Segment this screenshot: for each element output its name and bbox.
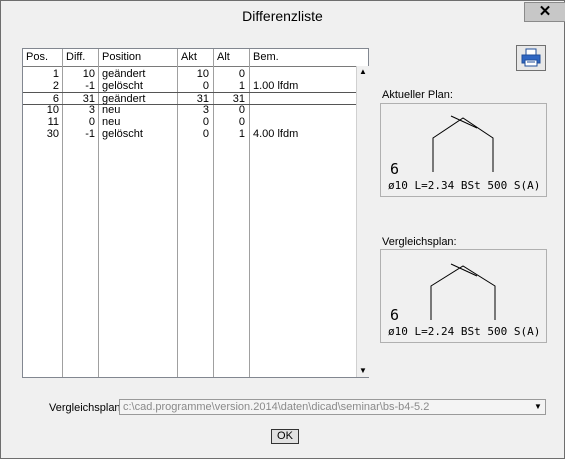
current-plan-spec: ø10 L=2.34 BSt 500 S(A)	[388, 179, 541, 192]
compare-plan-select-label: Vergleichsplan:	[49, 402, 124, 414]
cell-bem	[253, 116, 353, 128]
cell-diff: -1	[85, 128, 95, 140]
column-header-alt[interactable]: Alt	[214, 49, 250, 66]
cell-akt: 0	[202, 128, 209, 140]
cell-bem: 4.00 lfdm	[253, 128, 299, 140]
cell-diff: 10	[82, 68, 95, 80]
cell-pos: 1	[52, 68, 59, 80]
column-header-akt[interactable]: Akt	[178, 49, 214, 66]
title-bar: Differenzliste ✕	[1, 1, 565, 32]
cell-akt: 10	[196, 68, 209, 80]
chevron-down-icon[interactable]: ▼	[532, 401, 544, 413]
cell-alt: 0	[238, 116, 245, 128]
cell-bem	[253, 68, 353, 80]
compare-plan-label: Vergleichsplan:	[382, 236, 457, 248]
current-plan-position: 6	[390, 160, 400, 178]
cell-diff: 3	[88, 104, 95, 116]
cell-position: gelöscht	[102, 80, 143, 92]
difference-table[interactable]: Pos. Diff. Position Akt Alt Bem. 1 10 geän…	[22, 48, 369, 378]
table-row[interactable]: 10 3 neu 3 0	[23, 104, 356, 116]
cell-akt: 0	[202, 80, 209, 92]
column-header-diff[interactable]: Diff.	[63, 49, 99, 66]
cell-pos: 30	[46, 128, 59, 140]
compare-plan-preview: 6 ø10 L=2.24 BSt 500 S(A)	[380, 249, 547, 343]
cell-alt: 1	[238, 128, 245, 140]
scroll-up-arrow-icon[interactable]: ▲	[357, 66, 369, 78]
cell-bem	[253, 104, 353, 116]
cell-position: geändert	[102, 68, 146, 80]
compare-plan-select[interactable]: c:\cad.programme\version.2014\daten\dica…	[119, 399, 546, 415]
dialog-window: Differenzliste ✕ Pos. Diff. Position Akt…	[0, 0, 565, 459]
compare-plan-path: c:\cad.programme\version.2014\daten\dica…	[123, 401, 430, 413]
cell-alt: 0	[238, 68, 245, 80]
ok-button[interactable]: OK	[271, 429, 299, 444]
cell-pos: 10	[46, 104, 59, 116]
cell-position: neu	[102, 104, 121, 116]
table-header: Pos. Diff. Position Akt Alt Bem.	[23, 49, 356, 67]
cell-pos: 11	[47, 116, 59, 128]
cell-position: neu	[102, 116, 121, 128]
current-plan-label: Aktueller Plan:	[382, 89, 453, 101]
table-row[interactable]: 11 0 neu 0 0	[23, 116, 356, 128]
print-button[interactable]	[516, 45, 546, 71]
column-header-pos[interactable]: Pos.	[23, 49, 63, 66]
scroll-down-arrow-icon[interactable]: ▼	[357, 365, 369, 377]
cell-diff: -1	[85, 80, 95, 92]
column-header-position[interactable]: Position	[99, 49, 178, 66]
table-row[interactable]: 30 -1 gelöscht 0 1 4.00 lfdm	[23, 128, 356, 140]
compare-plan-spec: ø10 L=2.24 BSt 500 S(A)	[388, 325, 541, 338]
table-row[interactable]: 1 10 geändert 10 0	[23, 68, 356, 80]
table-row[interactable]: 2 -1 gelöscht 0 1 1.00 lfdm	[23, 80, 356, 92]
cell-bem: 1.00 lfdm	[253, 80, 299, 92]
cell-akt: 3	[202, 104, 209, 116]
cell-alt: 0	[238, 104, 245, 116]
close-button[interactable]: ✕	[524, 2, 565, 22]
table-scrollbar[interactable]: ▲ ▼	[356, 66, 369, 377]
cell-diff: 0	[88, 116, 95, 128]
cell-akt: 0	[202, 116, 209, 128]
cell-position: gelöscht	[102, 128, 143, 140]
column-header-bem[interactable]: Bem.	[250, 49, 356, 66]
current-plan-preview: 6 ø10 L=2.34 BSt 500 S(A)	[380, 103, 547, 197]
cell-alt: 1	[238, 80, 245, 92]
printer-icon	[521, 48, 541, 67]
window-title: Differenzliste	[242, 8, 323, 24]
compare-plan-position: 6	[390, 306, 400, 324]
cell-pos: 2	[52, 80, 59, 92]
